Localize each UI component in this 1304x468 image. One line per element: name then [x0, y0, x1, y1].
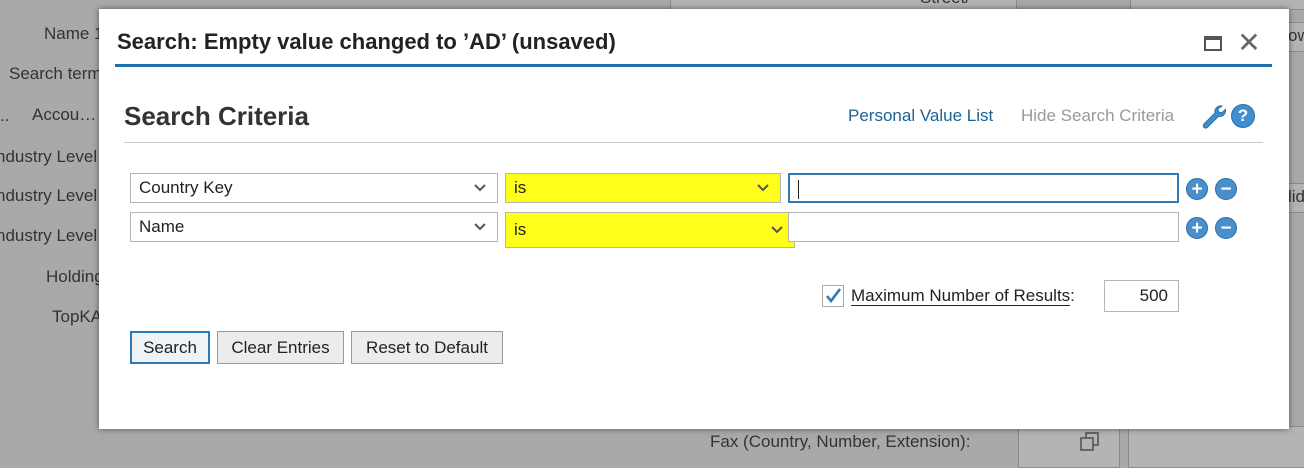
checkmark-icon: [825, 288, 842, 304]
max-results-colon: :: [1070, 286, 1075, 305]
add-row-icon[interactable]: +: [1186, 178, 1208, 200]
bg-label-search-term: Search term: [9, 64, 102, 83]
criteria-operator-value-1: is: [514, 178, 527, 197]
personal-value-list-link[interactable]: Personal Value List: [848, 106, 993, 126]
bg-label-holding: Holding: [46, 267, 104, 286]
criteria-operator-select-2[interactable]: is: [505, 212, 795, 248]
maximize-icon[interactable]: [1201, 31, 1225, 55]
bg-ellipsis: ..: [0, 106, 10, 125]
title-divider: [115, 64, 1272, 67]
copy-icon: [1080, 432, 1099, 451]
bg-field-fax: [1018, 426, 1120, 468]
search-button[interactable]: Search: [130, 331, 210, 364]
criteria-field-select-1[interactable]: Country Key: [130, 173, 498, 203]
chevron-down-icon: [474, 184, 486, 192]
section-title: Search Criteria: [124, 101, 309, 131]
bg-field-fax-ext: [1128, 426, 1304, 468]
remove-row-icon[interactable]: −: [1215, 217, 1237, 239]
add-row-icon[interactable]: +: [1186, 217, 1208, 239]
text-caret: [798, 180, 799, 199]
bg-label-industry-3: ndustry Level 3: [0, 226, 112, 245]
max-results-label: Maximum Number of Results:: [851, 286, 1075, 306]
chevron-down-icon: [771, 226, 783, 234]
search-dialog: Search: Empty value changed to ’AD’ (uns…: [99, 9, 1289, 429]
bg-label-account: Accou…: [32, 105, 97, 124]
max-results-label-text: Maximum Number of Results: [851, 286, 1071, 306]
bg-label-topka: TopKA: [52, 307, 103, 326]
criteria-operator-value-2: is: [514, 220, 527, 239]
hide-search-criteria-link[interactable]: Hide Search Criteria: [1021, 106, 1174, 126]
bg-label-industry-1: ndustry Level 1: [0, 147, 112, 166]
criteria-value-input-1[interactable]: [788, 173, 1179, 203]
criteria-value-input-2[interactable]: [788, 212, 1179, 242]
criteria-operator-select-1[interactable]: is: [505, 173, 781, 203]
reset-to-default-button[interactable]: Reset to Default: [351, 331, 503, 364]
chevron-down-icon: [757, 184, 769, 192]
bg-field-right-2-text: lid: [1288, 187, 1304, 206]
criteria-field-value-1: Country Key: [139, 178, 233, 197]
bg-field-right-1-text: ow: [1288, 26, 1304, 45]
dialog-title: Search: Empty value changed to ’AD’ (uns…: [117, 29, 616, 54]
criteria-field-select-2[interactable]: Name: [130, 212, 498, 242]
max-results-input[interactable]: 500: [1104, 280, 1179, 312]
bg-label-fax: Fax (Country, Number, Extension):: [710, 432, 971, 451]
section-divider: [124, 142, 1263, 143]
criteria-field-value-2: Name: [139, 217, 185, 236]
chevron-down-icon: [474, 223, 486, 231]
bg-label-industry-2: ndustry Level 2: [0, 186, 112, 205]
bg-field-street-text: Street/: [920, 0, 970, 8]
clear-entries-button[interactable]: Clear Entries: [217, 331, 344, 364]
help-icon[interactable]: ?: [1231, 104, 1255, 128]
max-results-checkbox[interactable]: [822, 285, 844, 307]
remove-row-icon[interactable]: −: [1215, 178, 1237, 200]
close-icon[interactable]: ✕: [1237, 29, 1261, 57]
wrench-icon[interactable]: [1201, 103, 1227, 129]
